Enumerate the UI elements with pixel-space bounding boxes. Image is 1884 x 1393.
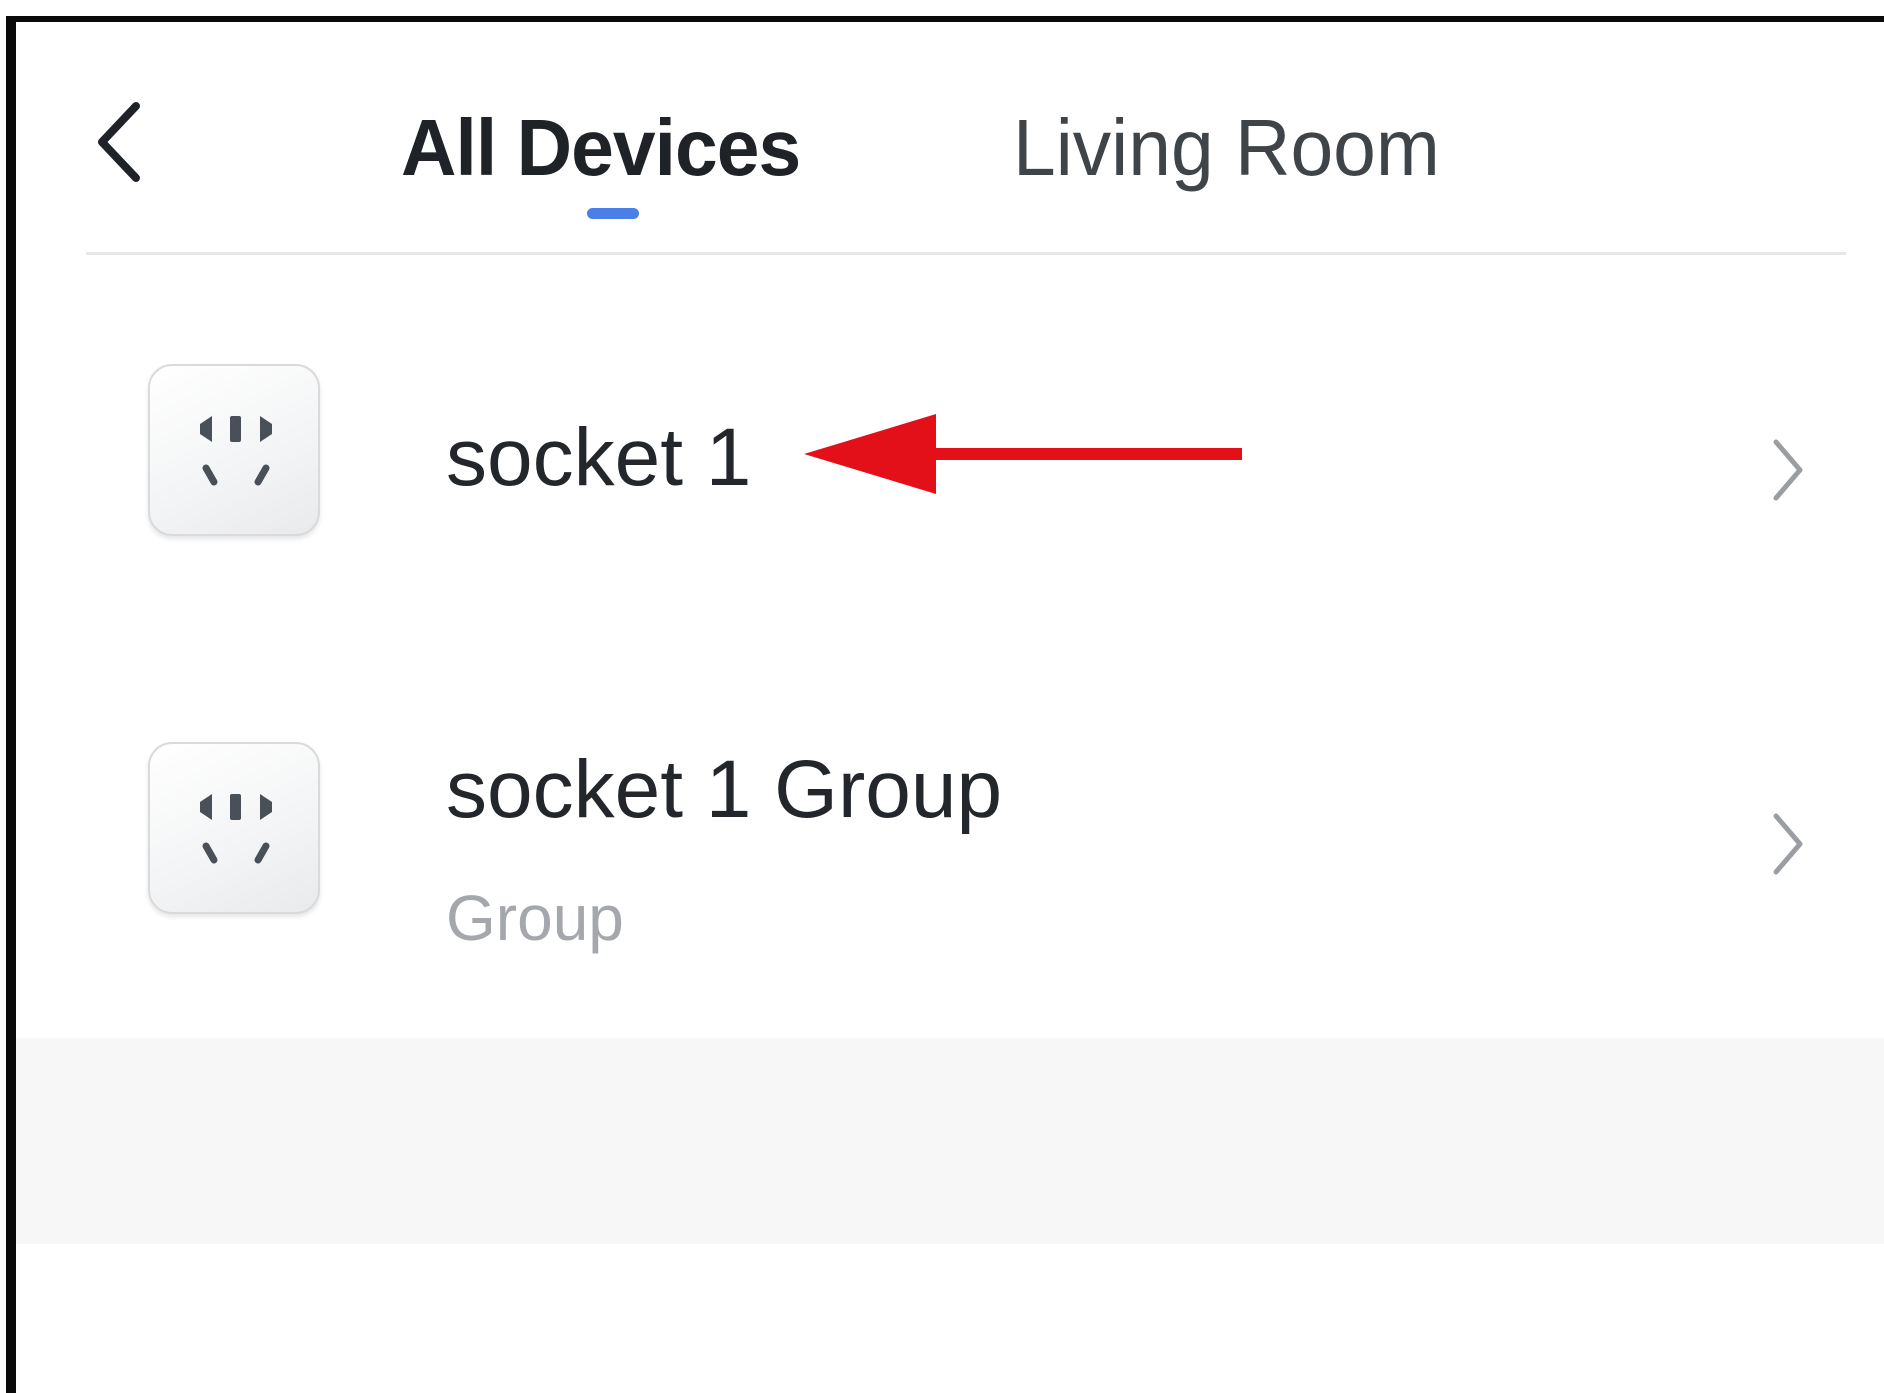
list-footer-spacer	[16, 1038, 1884, 1244]
device-name: socket 1	[446, 412, 752, 503]
chevron-right-icon	[1773, 439, 1803, 501]
device-type-label: Group	[446, 882, 624, 954]
tab-all-devices[interactable]: All Devices	[401, 98, 801, 198]
empty-area	[16, 1244, 1884, 1393]
device-name: socket 1 Group	[446, 744, 1003, 835]
chevron-right-icon	[1773, 813, 1803, 875]
red-arrow-icon	[804, 414, 1242, 494]
tab-living-room[interactable]: Living Room	[1013, 98, 1440, 198]
top-navigation-bar: All Devices Living Room	[16, 22, 1884, 255]
back-button[interactable]	[86, 92, 166, 192]
device-row-socket-1-group[interactable]: socket 1 Group Group	[16, 638, 1884, 1038]
app-frame: All Devices Living Room socket 1 socket …	[6, 16, 1884, 1393]
socket-icon	[148, 364, 320, 536]
socket-icon	[148, 742, 320, 914]
header-divider	[86, 252, 1846, 255]
active-tab-indicator	[587, 208, 639, 219]
chevron-left-icon	[98, 102, 140, 182]
